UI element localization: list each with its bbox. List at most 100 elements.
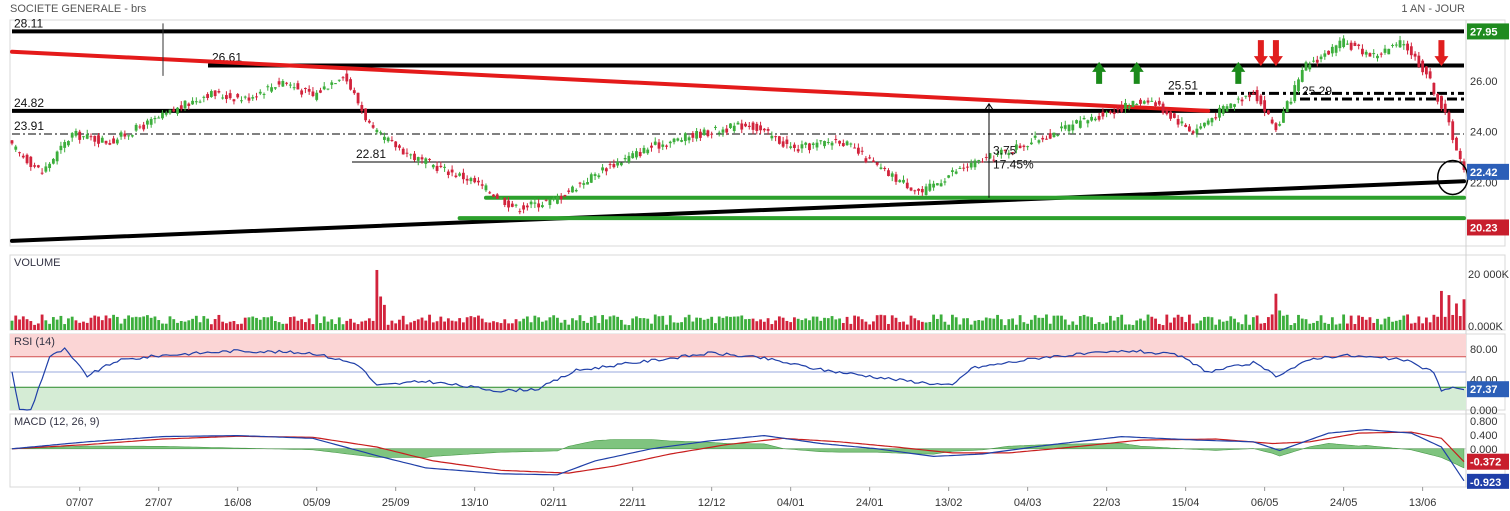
candle-body <box>488 192 492 194</box>
volume-bar <box>304 322 307 330</box>
candle-body <box>1345 43 1349 45</box>
candle-body <box>285 82 289 84</box>
volume-bar <box>951 314 954 330</box>
volume-bar <box>604 319 608 330</box>
price-badge-label: 20.23 <box>1470 222 1498 234</box>
candle-body <box>112 138 115 144</box>
candle-body <box>755 123 759 131</box>
candle-body <box>578 182 582 184</box>
volume-bar <box>661 315 665 330</box>
volume-bar <box>33 324 36 330</box>
volume-bar <box>698 317 702 330</box>
candle-body <box>856 147 860 154</box>
x-tick-label: 15/04 <box>1172 497 1200 509</box>
candle-body <box>1052 132 1056 138</box>
volume-bar <box>1300 318 1304 330</box>
volume-bar <box>563 319 567 330</box>
volume-bar <box>1293 323 1297 330</box>
volume-bar <box>1203 316 1206 330</box>
candle-body <box>631 153 635 159</box>
candle-body <box>1334 45 1338 53</box>
volume-bar <box>853 315 857 330</box>
volume-bar <box>78 322 82 330</box>
volume-bar <box>10 320 14 330</box>
volume-bar <box>717 316 721 330</box>
candle-body <box>1048 133 1052 139</box>
volume-bar <box>522 318 525 330</box>
volume-bar <box>217 314 221 330</box>
candle-body <box>484 185 488 191</box>
candle-body <box>841 143 845 147</box>
candle-body <box>146 120 149 125</box>
volume-bar <box>1327 323 1330 330</box>
candle-body <box>635 151 638 158</box>
volume-bar <box>1402 315 1406 330</box>
volume-bar <box>281 323 285 330</box>
volume-bar <box>1037 317 1041 330</box>
volume-bar <box>450 320 454 330</box>
volume-bar <box>1060 315 1063 330</box>
candle-body <box>499 197 503 200</box>
candle-body <box>1447 112 1451 123</box>
volume-bar <box>183 321 187 330</box>
candle-body <box>221 97 225 99</box>
volume-bar <box>981 320 984 330</box>
volume-bar <box>1368 317 1372 330</box>
candle-body <box>1338 40 1342 49</box>
volume-bar <box>1440 290 1443 330</box>
volume-bar <box>665 324 668 330</box>
volume-bar <box>225 323 228 330</box>
candle-body <box>428 158 431 160</box>
volume-bar <box>928 321 932 330</box>
volume-bar <box>1199 320 1203 330</box>
volume-bar <box>439 316 443 330</box>
candle-body <box>360 105 364 111</box>
volume-bar <box>311 324 315 330</box>
volume-bar <box>958 324 962 330</box>
candle-body <box>168 109 172 114</box>
volume-bar <box>1041 317 1045 330</box>
volume-bar <box>420 317 424 330</box>
volume-bar <box>646 318 650 330</box>
volume-bar <box>123 318 127 330</box>
price-tick-label: 24.00 <box>1470 127 1498 139</box>
volume-bar <box>1030 319 1033 330</box>
volume-bar <box>766 318 770 330</box>
volume-bar <box>744 319 747 330</box>
volume-bar <box>1424 317 1428 330</box>
volume-bar <box>920 321 924 330</box>
volume-bar <box>1432 314 1436 330</box>
volume-bar <box>1458 316 1462 330</box>
volume-bar <box>375 269 379 330</box>
candle-body <box>465 178 469 181</box>
volume-bar <box>326 321 330 330</box>
volume-bar <box>1462 299 1466 330</box>
volume-bar <box>382 304 386 330</box>
volume-bar <box>1274 293 1278 330</box>
volume-bar <box>1067 324 1071 330</box>
candle-body <box>1349 42 1353 50</box>
candle-body <box>1108 111 1112 113</box>
candle-body <box>887 170 890 177</box>
level-label: 28.11 <box>14 16 43 30</box>
volume-bar <box>394 323 398 330</box>
volume-bar <box>578 315 582 330</box>
candle-body <box>815 142 819 148</box>
volume-bar <box>262 317 266 330</box>
volume-bar <box>149 317 153 330</box>
candle-body <box>1063 125 1067 129</box>
volume-bar <box>571 318 574 330</box>
volume-bar <box>902 321 905 330</box>
candle-body <box>104 140 108 144</box>
candle-body <box>1090 116 1094 121</box>
volume-bar <box>194 315 198 330</box>
volume-bar <box>100 320 104 330</box>
volume-bar <box>789 322 793 330</box>
volume-bar <box>1048 323 1052 330</box>
candle-body <box>860 150 864 152</box>
candle-body <box>1176 118 1180 125</box>
x-tick-label: 04/01 <box>777 497 805 509</box>
candle-body <box>390 139 394 141</box>
volume-bar <box>1455 303 1458 330</box>
volume-bar <box>1014 324 1018 330</box>
